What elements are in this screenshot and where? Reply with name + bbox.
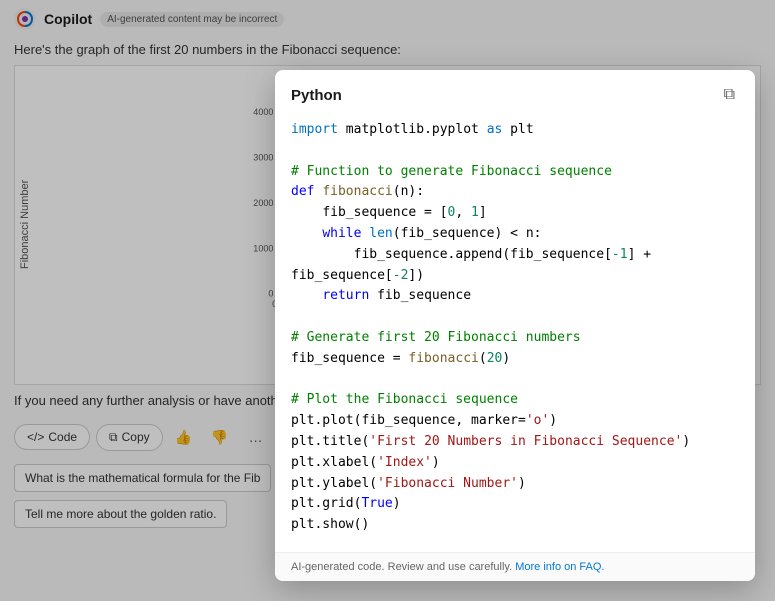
modal-language: Python xyxy=(291,87,342,104)
modal-footer-link[interactable]: More info on FAQ. xyxy=(515,561,604,573)
code-modal: Python ⧉ import matplotlib.pyplot as plt… xyxy=(275,70,755,581)
modal-header: Python ⧉ xyxy=(275,70,755,116)
modal-footer: AI-generated code. Review and use carefu… xyxy=(275,552,755,581)
modal-code: import matplotlib.pyplot as plt # Functi… xyxy=(275,116,755,552)
modal-footer-text: AI-generated code. Review and use carefu… xyxy=(291,561,512,573)
modal-copy-icon: ⧉ xyxy=(724,86,735,103)
modal-overlay: Python ⧉ import matplotlib.pyplot as plt… xyxy=(0,0,775,601)
modal-copy-button[interactable]: ⧉ xyxy=(720,84,739,106)
main-content: Copilot AI-generated content may be inco… xyxy=(0,0,775,601)
